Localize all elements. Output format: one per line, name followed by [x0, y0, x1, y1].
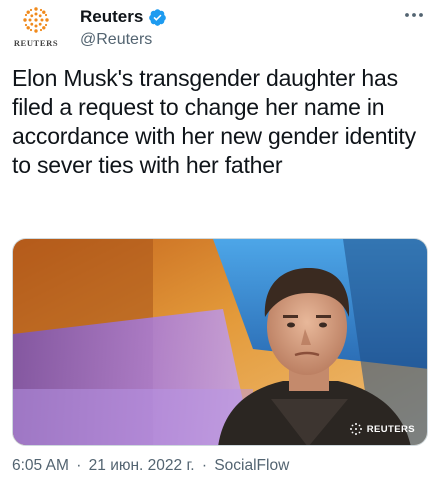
tweet-source[interactable]: SocialFlow	[214, 457, 289, 474]
tweet-date[interactable]: 21 июн. 2022 г.	[89, 457, 195, 474]
reuters-logo-icon	[23, 7, 49, 33]
photo-watermark: REUTERS	[349, 422, 415, 436]
logo-wordmark: REUTERS	[13, 38, 59, 48]
author-name-row[interactable]: Reuters	[80, 6, 167, 28]
avatar[interactable]: REUTERS	[12, 6, 60, 50]
tweet-text: Elon Musk's transgender daughter has fil…	[12, 65, 416, 178]
display-name[interactable]: Reuters	[80, 7, 143, 27]
tweet-header: REUTERS Reuters @Reuters	[0, 0, 440, 60]
reuters-watermark-icon	[349, 423, 362, 435]
photo-image	[13, 239, 427, 445]
tweet-media-photo[interactable]: REUTERS	[12, 238, 428, 446]
tweet-time[interactable]: 6:05 AM	[12, 457, 69, 474]
user-handle[interactable]: @Reuters	[80, 31, 152, 49]
tweet-meta: 6:05 AM · 21 июн. 2022 г. · SocialFlow	[12, 457, 289, 475]
more-horizontal-icon[interactable]	[402, 4, 426, 26]
watermark-label: REUTERS	[366, 423, 415, 435]
verified-badge-icon	[149, 8, 167, 26]
meta-separator: ·	[201, 457, 208, 474]
meta-separator: ·	[76, 457, 82, 474]
